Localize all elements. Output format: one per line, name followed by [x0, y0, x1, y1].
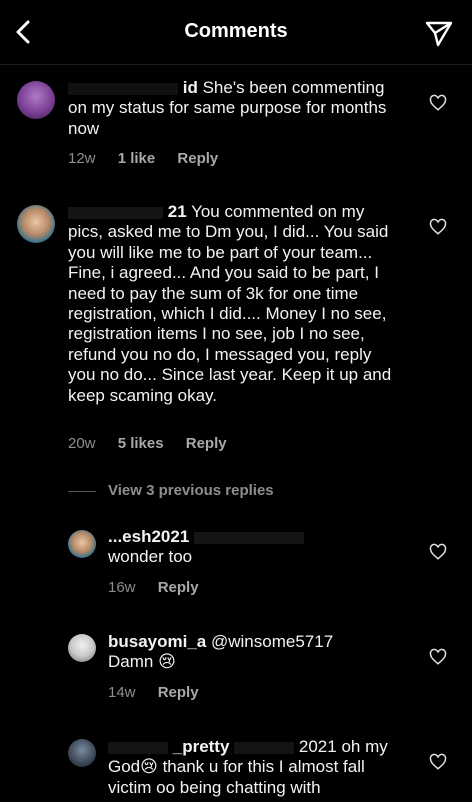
send-icon[interactable] — [424, 18, 454, 48]
reply-item: _pretty 2021 oh my God😢 thank u for this… — [0, 737, 472, 802]
reply-text: ...esh2021 wonder too — [108, 527, 398, 568]
reply-username[interactable]: _pretty — [173, 737, 230, 756]
avatar[interactable] — [17, 81, 55, 119]
comment-text: id She's been commenting on my status fo… — [68, 78, 387, 138]
reply-button[interactable]: Reply — [177, 150, 218, 167]
page-title: Comments — [184, 20, 288, 42]
reply-text: _pretty 2021 oh my God😢 thank u for this… — [108, 737, 388, 797]
comment-item: 21 You commented on my pics, asked me to… — [0, 202, 472, 462]
like-heart-icon[interactable] — [429, 648, 447, 666]
reply-meta: 14w Reply — [108, 684, 217, 701]
avatar[interactable] — [68, 634, 96, 662]
reply-time: 16w — [108, 579, 136, 596]
reply-button[interactable]: Reply — [186, 435, 227, 452]
reply-text: busayomi_a @winsome5717 Damn 😢 — [108, 632, 334, 672]
like-heart-icon[interactable] — [429, 543, 447, 561]
reply-time: 14w — [108, 684, 136, 701]
reply-mention[interactable]: 2021 — [299, 737, 337, 756]
avatar[interactable] — [68, 739, 96, 767]
reply-item: busayomi_a @winsome5717 Damn 😢 14w Reply — [0, 632, 472, 707]
comment-meta: 12w 1 like Reply — [68, 150, 236, 167]
reply-meta: 16w Reply — [108, 579, 217, 596]
reply-button[interactable]: Reply — [158, 684, 199, 701]
reply-item: ...esh2021 wonder too 16w Reply — [0, 527, 472, 602]
view-previous-replies-button[interactable]: View 3 previous replies — [68, 482, 274, 499]
comment-username[interactable]: 21 — [168, 202, 187, 221]
top-bar: Comments — [0, 0, 472, 65]
divider-line — [68, 490, 96, 492]
comment-time: 20w — [68, 435, 96, 452]
like-count[interactable]: 1 like — [118, 150, 156, 167]
comment-time: 12w — [68, 150, 96, 167]
like-heart-icon[interactable] — [429, 753, 447, 771]
avatar[interactable] — [68, 530, 96, 558]
reply-username[interactable]: ...esh2021 — [108, 527, 189, 546]
like-heart-icon[interactable] — [429, 218, 447, 236]
comment-item: id She's been commenting on my status fo… — [0, 78, 472, 178]
like-heart-icon[interactable] — [429, 94, 447, 112]
comment-username[interactable]: id — [183, 78, 198, 97]
comment-meta: 20w 5 likes Reply — [68, 435, 245, 452]
reply-button[interactable]: Reply — [158, 579, 199, 596]
like-count[interactable]: 5 likes — [118, 435, 164, 452]
reply-username[interactable]: busayomi_a — [108, 632, 206, 651]
comment-text: 21 You commented on my pics, asked me to… — [68, 202, 392, 405]
reply-mention[interactable]: @winsome5717 — [211, 632, 333, 651]
avatar[interactable] — [17, 205, 55, 243]
